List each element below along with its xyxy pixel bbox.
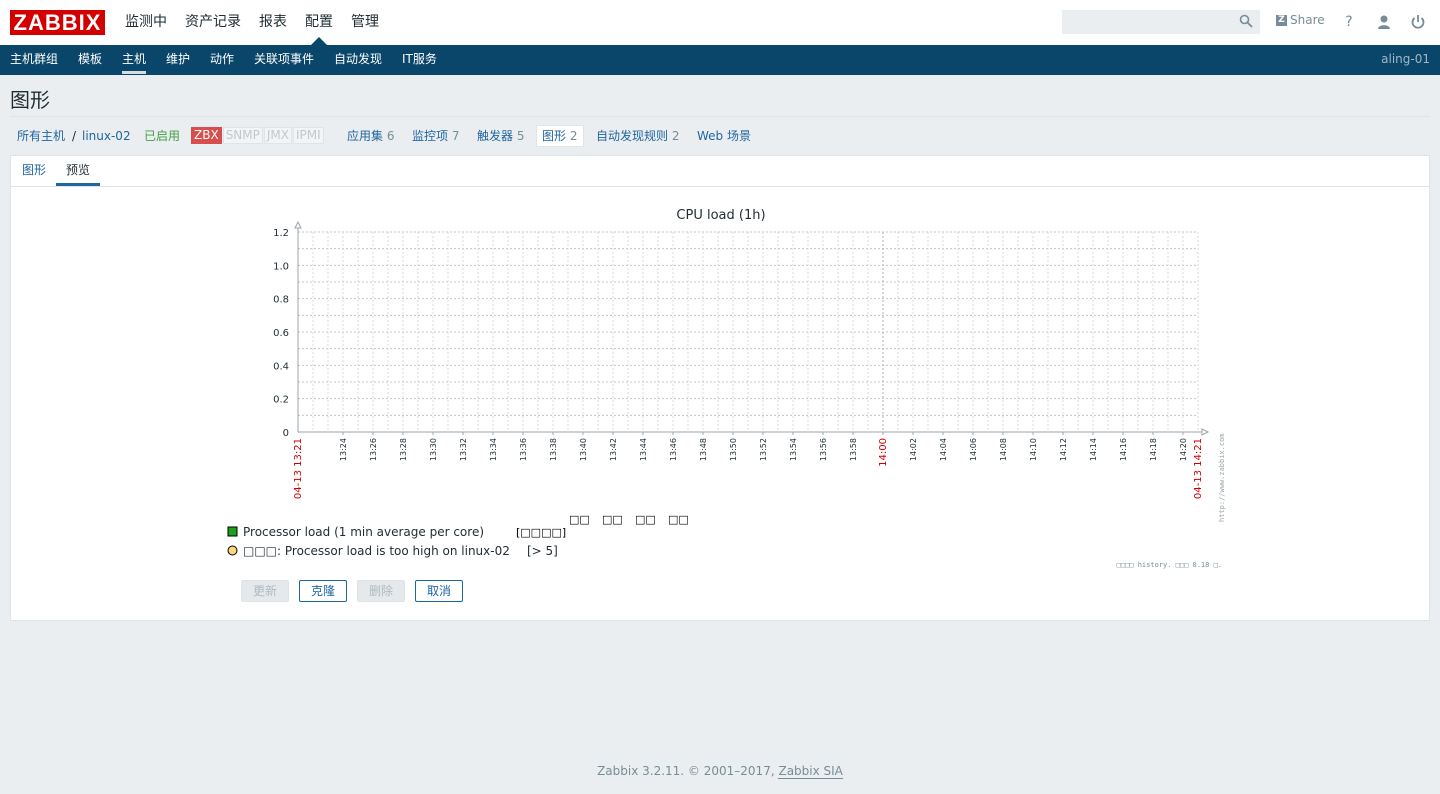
link-graphs[interactable]: 图形 2 (542, 128, 577, 144)
subnav-event-correlation[interactable]: 关联项事件 (254, 45, 314, 75)
link-applications-count: 6 (386, 129, 395, 143)
subnav-maintenance[interactable]: 维护 (166, 45, 190, 75)
link-web-scenarios-label: Web 场景 (697, 129, 751, 143)
top-header: ZABBIX 监测中 资产记录 报表 配置 管理 Z Share ? (0, 0, 1440, 45)
nav-configuration[interactable]: 配置 (296, 0, 342, 45)
nav-monitoring[interactable]: 监测中 (116, 0, 176, 45)
availability-zbx: ZBX (191, 127, 222, 144)
active-subnav-indicator (122, 71, 146, 74)
help-icon[interactable]: ? (1340, 13, 1358, 31)
update-button[interactable]: 更新 (241, 580, 289, 602)
link-discovery-rules[interactable]: 自动发现规则 2 (596, 128, 679, 144)
footer-copyright: Zabbix 3.2.11. © 2001–2017, (597, 764, 779, 778)
title-divider (10, 116, 1430, 117)
link-graphs-label: 图形 (542, 129, 567, 143)
availability-snmp: SNMP (222, 127, 263, 144)
page-footer: Zabbix 3.2.11. © 2001–2017, Zabbix SIA (0, 764, 1440, 779)
subnav-templates[interactable]: 模板 (78, 45, 102, 75)
breadcrumb-separator: / (72, 129, 77, 143)
link-items-count: 7 (451, 129, 460, 143)
subnav-discovery[interactable]: 自动发现 (334, 45, 382, 75)
link-web-scenarios[interactable]: Web 场景 (697, 128, 751, 144)
link-applications-label: 应用集 (347, 129, 384, 143)
nav-administration[interactable]: 管理 (342, 0, 388, 45)
link-discovery-rules-label: 自动发现规则 (596, 129, 669, 143)
user-profile-icon[interactable] (1375, 13, 1393, 31)
footer-zabbix-sia-link[interactable]: Zabbix SIA (778, 764, 843, 779)
zabbix-share-icon: Z (1276, 14, 1287, 26)
breadcrumb-all-hosts[interactable]: 所有主机 (17, 128, 65, 144)
main-nav: 监测中 资产记录 报表 配置 管理 (116, 0, 388, 45)
link-applications[interactable]: 应用集 6 (347, 128, 394, 144)
zabbix-logo[interactable]: ZABBIX (10, 10, 105, 35)
form-tabs: 图形 预览 (11, 156, 1429, 187)
sign-out-icon[interactable] (1409, 13, 1427, 31)
link-discovery-rules-count: 2 (671, 129, 680, 143)
breadcrumb-host[interactable]: linux-02 (82, 128, 131, 144)
link-triggers-label: 触发器 (477, 129, 514, 143)
search-input[interactable] (1062, 10, 1260, 34)
nav-reports[interactable]: 报表 (250, 0, 296, 45)
sub-nav: 主机群组 模板 主机 维护 动作 关联项事件 自动发现 IT服务 aling-0… (0, 45, 1440, 75)
tab-preview[interactable]: 预览 (56, 156, 100, 186)
search-icon[interactable] (1239, 14, 1253, 28)
nav-inventory[interactable]: 资产记录 (176, 0, 250, 45)
page-title: 图形 (10, 88, 50, 112)
host-status-enabled[interactable]: 已启用 (144, 128, 180, 144)
graph-form-panel: 图形 预览 (10, 155, 1430, 621)
share-label: Share (1290, 13, 1325, 27)
tab-graph[interactable]: 图形 (22, 156, 46, 186)
availability-badges: ZBX SNMP JMX IPMI (191, 127, 325, 144)
link-graphs-count: 2 (569, 129, 578, 143)
link-items[interactable]: 监控项 7 (412, 128, 459, 144)
share-link[interactable]: Z Share (1276, 13, 1325, 27)
availability-jmx: JMX (263, 127, 292, 144)
link-items-label: 监控项 (412, 129, 449, 143)
link-triggers[interactable]: 触发器 5 (477, 128, 524, 144)
server-name: aling-01 (1381, 52, 1430, 66)
subnav-actions[interactable]: 动作 (210, 45, 234, 75)
cancel-button[interactable]: 取消 (415, 580, 463, 602)
clone-button[interactable]: 克隆 (299, 580, 347, 602)
link-triggers-count: 5 (516, 129, 525, 143)
subnav-host-groups[interactable]: 主机群组 (10, 45, 58, 75)
subnav-it-services[interactable]: IT服务 (402, 45, 437, 75)
availability-ipmi: IPMI (293, 127, 324, 144)
delete-button[interactable]: 删除 (357, 580, 405, 602)
